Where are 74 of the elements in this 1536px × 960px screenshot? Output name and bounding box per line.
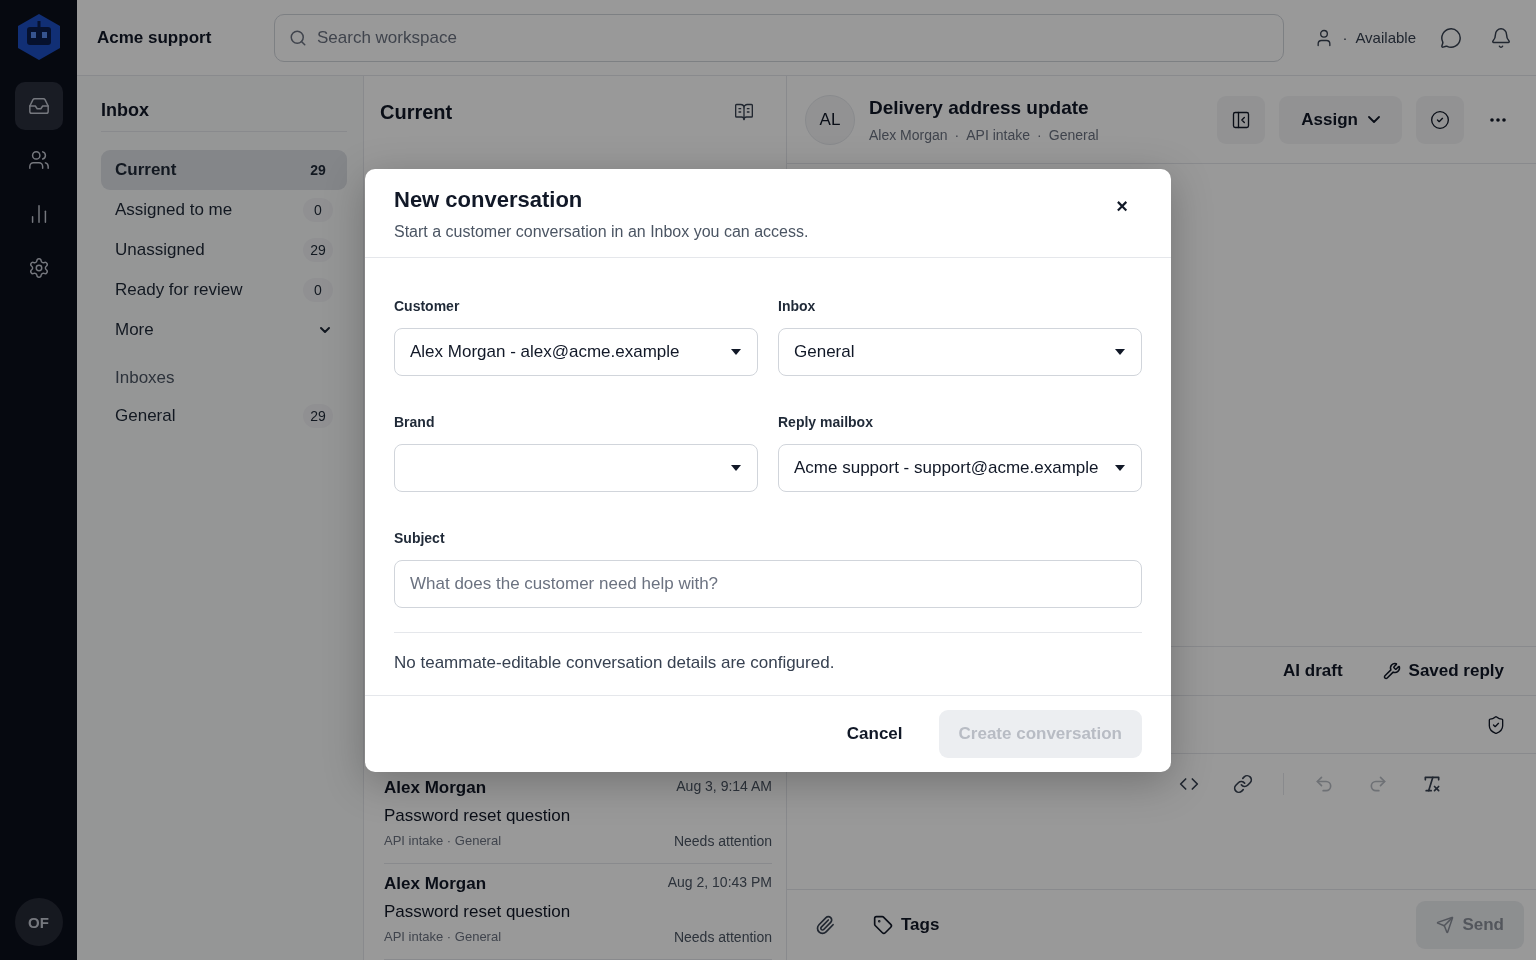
search-field[interactable]: Search workspace [274,13,1285,62]
separator-dot: · [1037,126,1042,143]
status-text[interactable]: Available [1355,29,1416,46]
wrench-icon [1382,662,1401,680]
rail-button[interactable] [14,82,63,130]
more-toggle[interactable]: More [101,310,347,350]
user-avatar[interactable]: OF [14,898,63,946]
check-circle-icon [1430,109,1450,130]
field-label: Inbox [778,298,817,314]
redo-icon [1368,774,1388,794]
tag-icon [873,915,893,935]
separator-dot: · [954,126,960,143]
assign-button[interactable]: Assign [1279,95,1402,144]
field-label: Brand [394,414,436,430]
inbox-icon [27,95,50,117]
list-title: Current [380,100,453,124]
caret-icon [1115,349,1125,355]
info-text: No teammate-editable conversation details are configured. [394,632,1142,673]
item-count: 29 [303,238,333,262]
settings-icon [27,257,50,279]
field-label: Customer [394,298,461,314]
item-count: 29 [303,404,333,428]
meta-text: General [1048,126,1099,143]
sidebar-item[interactable]: Unassigned 29 [101,230,347,270]
robot-logo-icon [15,12,62,62]
composer-tab[interactable]: Saved reply [1382,661,1504,681]
select-field[interactable]: Alex Morgan - alex@acme.example [394,328,758,376]
panel-icon [1231,109,1252,130]
cancel-button[interactable]: Cancel [840,723,909,745]
book-icon [734,102,754,122]
caret-icon [731,349,741,355]
select-field[interactable] [394,444,758,492]
field-label: Reply mailbox [778,414,874,430]
subject-input[interactable]: What does the customer need help with? [394,560,1142,608]
item-count: 29 [309,161,327,180]
item-count: 0 [303,198,333,222]
chevron-icon [1368,116,1380,123]
sidebar-item[interactable]: Current 29 [101,150,347,190]
search-icon [289,28,307,47]
meta-text: Alex Morgan [869,126,948,143]
caret-icon [731,465,741,471]
close-button[interactable]: × [1102,187,1142,226]
select-field[interactable]: General [778,328,1142,376]
undo-icon [1314,774,1334,794]
workspace-name: Acme support [97,27,213,48]
composer-tab[interactable]: AI draft [1283,661,1343,681]
tags-button[interactable]: Tags [873,915,940,935]
field-label: Subject [394,530,446,546]
resolve-button[interactable] [1416,95,1464,144]
panel-toggle-button[interactable] [1217,95,1266,144]
separator-dot: · [1342,29,1348,46]
chat-icon [1440,26,1462,49]
contact-avatar: AL [805,94,855,145]
caret-icon [1115,465,1125,471]
sidebar-item[interactable]: Assigned to me 0 [101,190,347,230]
conversation-row[interactable]: Alex Morgan Aug 2, 10:43 PM Password reset question API intake · General Needs attention [384,864,772,960]
people-icon [27,149,50,171]
sidebar-title: Inbox [101,100,347,132]
bell-icon [1490,26,1512,49]
meta-text: API intake [966,126,1031,143]
more-icon [1490,117,1506,122]
dialog-subtitle: Start a customer conversation in an Inbox you can access. [394,223,809,241]
conversation-title: Delivery address update [869,96,1090,119]
select-field[interactable]: Acme support - support@acme.example [778,444,1142,492]
dialog-title: New conversation [394,187,584,213]
shield-icon [1486,714,1506,735]
send-icon [1436,916,1455,934]
link-icon [1233,774,1253,794]
sidebar-item[interactable]: General 29 [101,396,347,436]
section-heading: Inboxes [114,367,176,389]
item-count: 0 [303,278,333,302]
paperclip-icon [815,915,835,935]
clear-format-icon [1422,774,1442,794]
sidebar-item[interactable]: Ready for review 0 [101,270,347,310]
